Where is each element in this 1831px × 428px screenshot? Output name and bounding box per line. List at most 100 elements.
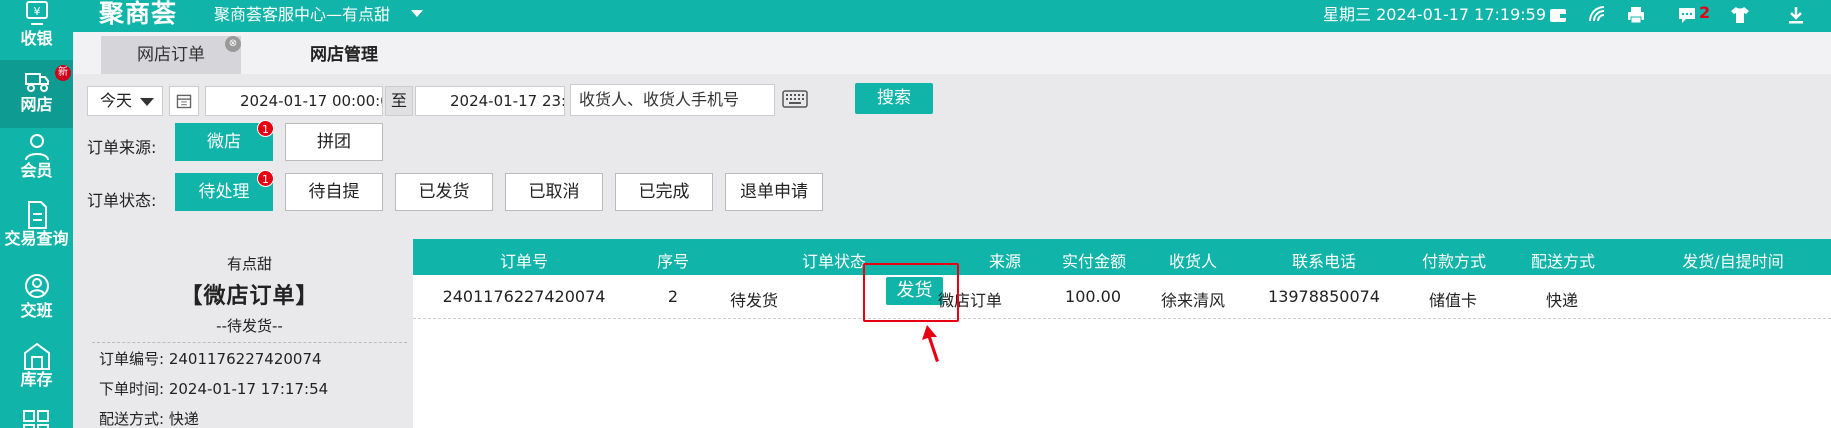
nav-transaction-query-label: 交易查询 [4, 229, 69, 248]
col-seq: 序号 [656, 252, 690, 271]
tab-online-orders[interactable]: 网店订单 ⊗ [101, 36, 241, 74]
nav-transaction-query[interactable]: 交易查询 [0, 196, 73, 264]
receipt-title: 【微店订单】 [180, 284, 319, 309]
nav-shift-handover-label: 交班 [20, 301, 53, 320]
highlight-box [863, 263, 959, 322]
tab-online-store-management-label: 网店管理 [310, 45, 378, 65]
cell-order-no: 2401176227420074 [442, 287, 606, 306]
sidebar: ¥ 收银 网店 新 会员 交易查询 交班 库存 [0, 0, 73, 428]
nav-cashier[interactable]: ¥ 收银 [0, 0, 73, 68]
receipt-divider [92, 342, 407, 343]
receipt-delivery: 配送方式: 快递 [99, 408, 199, 428]
col-payment: 付款方式 [1421, 252, 1487, 271]
receipt-delivery-value: 快递 [168, 410, 199, 428]
nav-member-label: 会员 [20, 161, 53, 180]
table-row[interactable]: 2401176227420074 2 待发货 发货 微店订单 100.00 徐来… [413, 275, 1831, 319]
nav-member[interactable]: 会员 [0, 128, 73, 196]
apps-grid-icon[interactable] [20, 407, 52, 428]
cell-phone: 13978850074 [1268, 287, 1380, 306]
receipt-order-time-label: 下单时间: [99, 380, 165, 398]
nav-shift-handover[interactable]: 交班 [0, 268, 73, 336]
tab-online-orders-label: 网店订单 [137, 45, 205, 65]
status-refund-request-button[interactable]: 退单申请 [725, 173, 823, 211]
shirt-icon[interactable] [1730, 5, 1750, 25]
keyboard-icon[interactable] [782, 90, 808, 108]
current-datetime: 星期三 2024-01-17 17:19:59 [1323, 5, 1547, 24]
col-phone: 联系电话 [1291, 252, 1357, 271]
receipt-order-time: 下单时间: 2024-01-17 17:17:54 [99, 378, 328, 399]
start-date-input[interactable]: 2024-01-17 00:00:00 [205, 86, 383, 116]
status-cancelled-label: 已取消 [528, 182, 580, 202]
nav-inventory[interactable]: 库存 [0, 337, 73, 405]
message-icon[interactable] [1677, 5, 1697, 25]
close-icon[interactable]: ⊗ [225, 36, 241, 52]
receipt-status: --待发货-- [216, 317, 283, 335]
arrow-up-icon [922, 325, 939, 362]
source-weidian-button[interactable]: 微店 1 [175, 120, 274, 161]
tab-bar: 网店订单 ⊗ 网店管理 [73, 32, 1831, 74]
cell-amount: 100.00 [1065, 287, 1121, 306]
message-count-badge: 2 [1699, 3, 1711, 22]
order-source-label: 订单来源: [87, 138, 157, 157]
svg-text:¥: ¥ [33, 5, 40, 18]
orders-table-header: 订单号 序号 订单状态 来源 实付金额 收货人 联系电话 付款方式 配送方式 发… [413, 239, 1831, 275]
status-pending-button[interactable]: 待处理 1 [175, 170, 274, 211]
cashier-icon: ¥ [25, 1, 48, 25]
receipt-preview: 有点甜 【微店订单】 --待发货-- 订单编号: 240117622742007… [87, 240, 412, 428]
order-status-label: 订单状态: [87, 191, 157, 210]
cell-payment: 储值卡 [1428, 291, 1478, 310]
app-logo: 聚商荟 [99, 0, 178, 28]
col-status: 订单状态 [801, 252, 867, 271]
calendar-icon[interactable] [169, 86, 199, 116]
cell-status: 待发货 [729, 291, 779, 310]
orders-table-body: 2401176227420074 2 待发货 发货 微店订单 100.00 徐来… [413, 263, 1831, 428]
cell-delivery: 快递 [1545, 291, 1579, 310]
transaction-query-icon [27, 201, 47, 229]
receipt-delivery-label: 配送方式: [99, 410, 165, 428]
status-completed-label: 已完成 [638, 182, 690, 202]
status-self-pickup-button[interactable]: 待自提 [285, 173, 383, 211]
col-source: 来源 [988, 252, 1022, 271]
receipt-order-no: 订单编号: 2401176227420074 [99, 348, 322, 369]
printer-icon[interactable] [1626, 5, 1646, 25]
status-pending-badge: 1 [257, 170, 274, 187]
status-cancelled-button[interactable]: 已取消 [505, 173, 603, 211]
receipt-order-time-value: 2024-01-17 17:17:54 [168, 380, 329, 398]
date-range-select[interactable]: 今天 [87, 86, 163, 116]
nav-cashier-label: 收银 [20, 29, 53, 48]
store-name[interactable]: 聚商荟客服中心—有点甜 [214, 4, 390, 26]
shift-handover-icon [24, 274, 49, 298]
nav-online-store-label: 网店 [20, 95, 53, 114]
col-order-no: 订单号 [499, 252, 549, 271]
nav-inventory-label: 库存 [20, 370, 53, 389]
member-icon [24, 134, 49, 161]
col-amount: 实付金额 [1061, 252, 1127, 271]
col-ship-time: 发货/自提时间 [1682, 252, 1784, 271]
status-completed-button[interactable]: 已完成 [615, 173, 713, 211]
receipt-order-no-value: 2401176227420074 [168, 350, 322, 368]
cell-receiver: 徐来清风 [1160, 291, 1226, 310]
status-shipped-button[interactable]: 已发货 [395, 173, 493, 211]
source-group-buy-label: 拼团 [317, 132, 351, 152]
source-weidian-label: 微店 [207, 132, 241, 152]
col-delivery: 配送方式 [1530, 252, 1596, 271]
top-bar: 聚商荟 聚商荟客服中心—有点甜 星期三 2024-01-17 17:19:59 … [73, 0, 1831, 32]
wifi-icon[interactable] [1588, 5, 1608, 25]
date-range-value: 今天 [100, 91, 133, 110]
wallet-icon[interactable] [1548, 5, 1568, 25]
to-label: 至 [385, 86, 413, 116]
status-refund-request-label: 退单申请 [740, 182, 808, 202]
chevron-down-icon[interactable] [411, 10, 423, 17]
inventory-icon [23, 342, 50, 370]
status-pending-label: 待处理 [198, 182, 250, 202]
source-group-buy-button[interactable]: 拼团 [285, 123, 383, 161]
cell-seq: 2 [667, 287, 679, 306]
search-button[interactable]: 搜索 [855, 83, 933, 114]
receipt-store-name: 有点甜 [226, 255, 272, 273]
end-date-input[interactable]: 2024-01-17 23:59 [415, 86, 565, 116]
caret-down-icon [140, 98, 154, 106]
search-input[interactable]: 收货人、收货人手机号 [570, 84, 775, 116]
col-receiver: 收货人 [1168, 252, 1218, 271]
tab-online-store-management[interactable]: 网店管理 [298, 36, 390, 74]
download-icon[interactable] [1786, 5, 1806, 25]
